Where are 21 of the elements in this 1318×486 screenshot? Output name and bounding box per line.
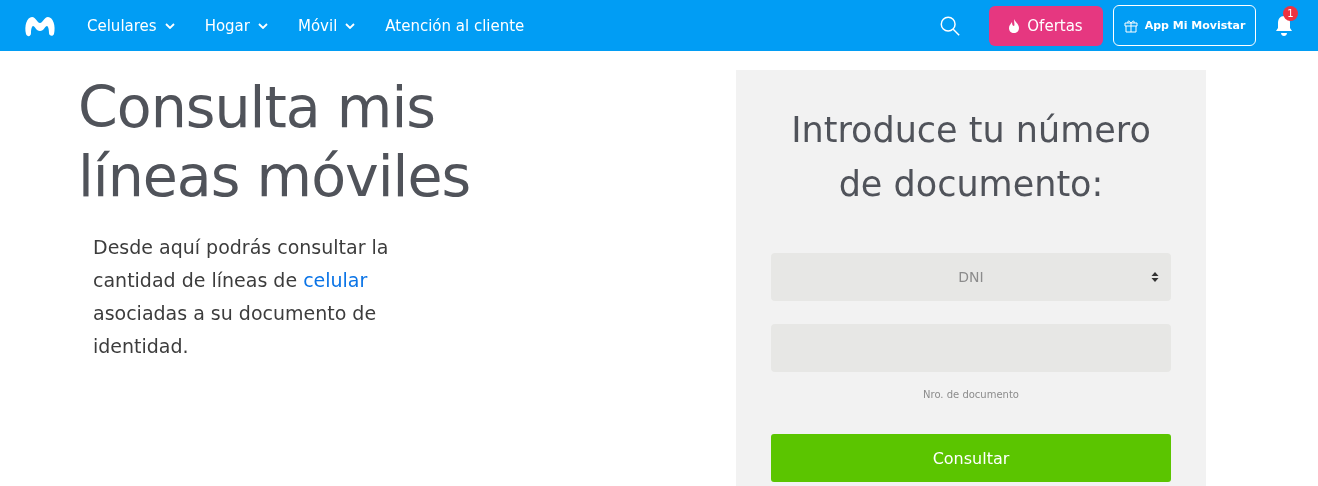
- intro-paragraph: Desde aquí podrás consultar la cantidad de líneas de celular asociadas a su documento de identidad.: [93, 235, 390, 359]
- notification-badge: 1: [1283, 5, 1298, 21]
- sort-arrows-icon: [1151, 271, 1159, 283]
- flame-icon: [1009, 18, 1020, 33]
- chevron-down-icon: [164, 22, 175, 29]
- document-type-select[interactable]: DNI: [771, 253, 1171, 301]
- chevron-down-icon: [345, 22, 356, 29]
- celular-link[interactable]: celular: [303, 269, 368, 291]
- chevron-down-icon: [257, 22, 268, 29]
- nav-link[interactable]: Atención al cliente: [385, 16, 525, 35]
- nav-link[interactable]: Móvil: [297, 16, 356, 35]
- page-title: Consulta mis líneas móviles: [78, 73, 472, 211]
- app-button[interactable]: App Mi Movistar: [1113, 5, 1256, 46]
- search-icon[interactable]: [939, 14, 961, 37]
- submit-button[interactable]: Consultar: [771, 434, 1171, 482]
- nav-link[interactable]: Hogar: [204, 16, 268, 35]
- form-heading: Introduce tu número de documento:: [790, 109, 1152, 206]
- offers-button[interactable]: Ofertas: [989, 5, 1103, 46]
- nav-link[interactable]: Celulares: [87, 16, 175, 35]
- field-helper-text: Nro. de documento: [923, 389, 1019, 400]
- gift-icon: [1123, 18, 1138, 33]
